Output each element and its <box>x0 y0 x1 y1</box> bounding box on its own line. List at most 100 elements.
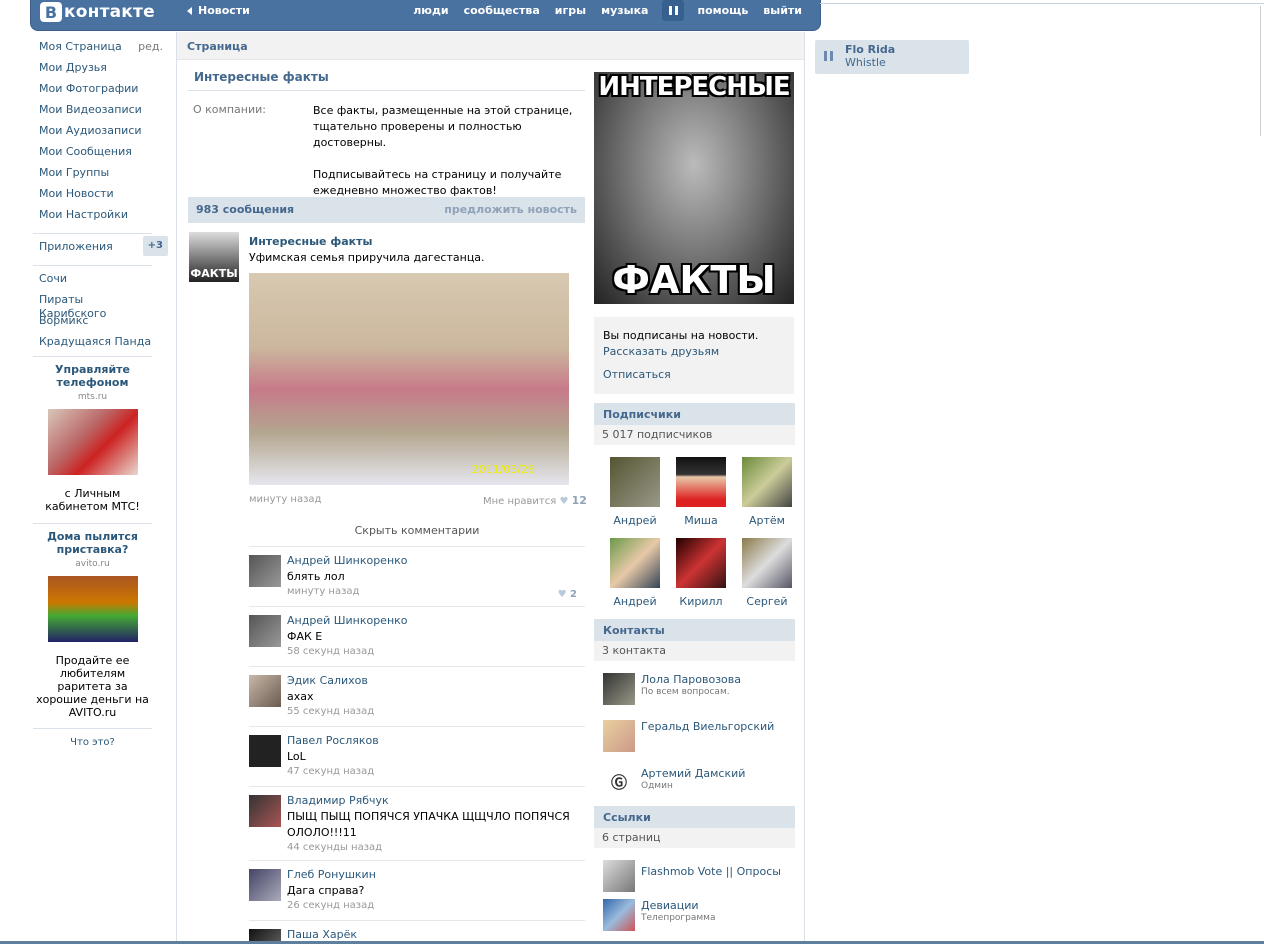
pause-icon[interactable] <box>824 51 833 61</box>
subscriber-name[interactable]: Андрей <box>602 514 668 527</box>
commenter-avatar[interactable] <box>249 869 281 901</box>
subscriber[interactable]: Андрей <box>602 536 668 617</box>
contact-photo[interactable] <box>603 720 635 752</box>
contact-photo[interactable] <box>603 673 635 705</box>
subscriber[interactable]: Миша <box>668 455 734 536</box>
wall-count[interactable]: 983 сообщения <box>196 203 294 216</box>
comment-time[interactable]: 47 секунд назад <box>287 766 585 777</box>
nav-logout[interactable]: выйти <box>763 4 802 17</box>
menu-news[interactable]: Мои Новости <box>39 187 152 208</box>
contact-name[interactable]: Артемий Дамский <box>641 767 795 781</box>
app-wormix[interactable]: Вормикс <box>39 314 152 335</box>
subscriber-photo[interactable] <box>676 538 726 588</box>
subscriber-name[interactable]: Сергей <box>734 595 800 608</box>
ad-title[interactable]: Управляйте телефоном <box>33 363 152 389</box>
suggest-news-link[interactable]: предложить новость <box>444 203 577 216</box>
post-time[interactable]: минуту назад <box>249 494 321 505</box>
post-author[interactable]: Интересные факты <box>249 235 372 248</box>
ad-mts[interactable]: Управляйте телефоном mts.ru с Личным каб… <box>33 363 152 513</box>
ad-image[interactable] <box>47 409 138 475</box>
subscriber-photo[interactable] <box>742 538 792 588</box>
vk-logo[interactable]: В контакте <box>40 0 155 24</box>
link-photo[interactable] <box>603 860 635 892</box>
player-track[interactable]: Whistle <box>845 56 969 69</box>
commenter-avatar[interactable] <box>249 615 281 647</box>
link-name[interactable]: Flashmob Vote || Опросы <box>641 860 795 879</box>
comment-time[interactable]: 58 секунд назад <box>287 646 585 657</box>
subscribers-header[interactable]: Подписчики <box>594 403 795 425</box>
scrollbar[interactable] <box>1260 6 1261 136</box>
links-header[interactable]: Ссылки <box>594 806 795 828</box>
subscriber-name[interactable]: Миша <box>668 514 734 527</box>
menu-settings[interactable]: Мои Настройки <box>39 208 152 229</box>
subscriber-photo[interactable] <box>742 457 792 507</box>
post-avatar[interactable]: ФАКТЫ <box>189 232 239 282</box>
subscriber-name[interactable]: Артём <box>734 514 800 527</box>
ads-help-link[interactable]: Что это? <box>33 737 152 748</box>
comment-time[interactable]: минуту назад <box>287 586 585 597</box>
nav-communities[interactable]: сообщества <box>464 4 540 17</box>
back-to-news[interactable]: Новости <box>187 4 250 17</box>
menu-my-page[interactable]: Моя Страница ред. <box>39 40 163 61</box>
comment-time[interactable]: 26 секунд назад <box>287 900 585 911</box>
subscriber-name[interactable]: Кирилл <box>668 595 734 608</box>
commenter-name[interactable]: Павел Росляков <box>287 734 585 748</box>
edit-link[interactable]: ред. <box>138 40 163 54</box>
page-poster[interactable]: ИНТЕРЕСНЫЕ ФАКТЫ <box>594 72 794 304</box>
comment-time[interactable]: 55 секунд назад <box>287 706 585 717</box>
link-photo[interactable] <box>603 899 635 931</box>
commenter-name[interactable]: Владимир Рябчук <box>287 794 585 808</box>
ad-avito[interactable]: Дома пылится приставка? avito.ru Продайт… <box>33 530 152 719</box>
unsubscribe-link[interactable]: Отписаться <box>603 367 785 383</box>
subscriber[interactable]: Андрей <box>602 455 668 536</box>
links-count[interactable]: 6 страниц <box>594 828 795 848</box>
post-like[interactable]: Мне нравится ♥ 12 <box>483 494 587 507</box>
player-artist[interactable]: Flo Rida <box>845 43 969 56</box>
contact-name[interactable]: Геральд Виельгорский <box>641 720 795 734</box>
masonic-symbol-icon[interactable]: Ⓖ <box>603 767 635 799</box>
nav-help[interactable]: помощь <box>697 4 748 17</box>
commenter-avatar[interactable] <box>249 795 281 827</box>
app-sochi[interactable]: Сочи <box>39 272 152 293</box>
ad-title[interactable]: Дома пылится приставка? <box>33 530 152 556</box>
subscriber[interactable]: Кирилл <box>668 536 734 617</box>
app-panda[interactable]: Крадущаяся Панда <box>39 335 152 356</box>
commenter-avatar[interactable] <box>249 555 281 587</box>
contacts-header[interactable]: Контакты <box>594 619 795 641</box>
ad-image[interactable] <box>47 576 138 642</box>
commenter-name[interactable]: Эдик Салихов <box>287 674 585 688</box>
commenter-avatar[interactable] <box>249 675 281 707</box>
mini-player[interactable]: Flo Rida Whistle <box>815 40 969 74</box>
menu-photos[interactable]: Мои Фотографии <box>39 82 152 103</box>
menu-apps[interactable]: Приложения +3 <box>39 236 168 261</box>
post-photo[interactable]: 2011/03/26 <box>249 273 569 485</box>
subscribers-count[interactable]: 5 017 подписчиков <box>594 425 795 445</box>
link-name[interactable]: Девиации <box>641 899 795 913</box>
nav-music[interactable]: музыка <box>601 4 648 17</box>
apps-badge[interactable]: +3 <box>142 236 168 256</box>
tell-friends-link[interactable]: Рассказать друзьям <box>603 344 785 360</box>
contact-name[interactable]: Лола Паровозова <box>641 673 795 687</box>
commenter-avatar[interactable] <box>249 735 281 767</box>
subscriber[interactable]: Сергей <box>734 536 800 617</box>
subscriber-name[interactable]: Андрей <box>602 595 668 608</box>
subscriber-photo[interactable] <box>610 457 660 507</box>
subscriber[interactable]: Артём <box>734 455 800 536</box>
contacts-count[interactable]: 3 контакта <box>594 641 795 661</box>
comment-time[interactable]: 44 секунды назад <box>287 842 585 853</box>
menu-messages[interactable]: Мои Сообщения <box>39 145 152 166</box>
menu-videos[interactable]: Мои Видеозаписи <box>39 103 152 124</box>
subscriber-photo[interactable] <box>676 457 726 507</box>
menu-groups[interactable]: Мои Группы <box>39 166 152 187</box>
app-pirates[interactable]: Пираты Карибского <box>39 293 152 320</box>
commenter-name[interactable]: Андрей Шинкоренко <box>287 614 585 628</box>
subscriber-photo[interactable] <box>610 538 660 588</box>
commenter-name[interactable]: Паша Харёк <box>287 928 585 942</box>
menu-audio[interactable]: Мои Аудиозаписи <box>39 124 152 145</box>
nav-people[interactable]: люди <box>413 4 448 17</box>
commenter-name[interactable]: Андрей Шинкоренко <box>287 554 585 568</box>
nav-games[interactable]: игры <box>555 4 586 17</box>
commenter-name[interactable]: Глеб Ронушкин <box>287 868 585 882</box>
hide-comments-link[interactable]: Скрыть комментарии <box>249 524 585 537</box>
comment-like[interactable]: ♥ 2 <box>558 589 577 600</box>
